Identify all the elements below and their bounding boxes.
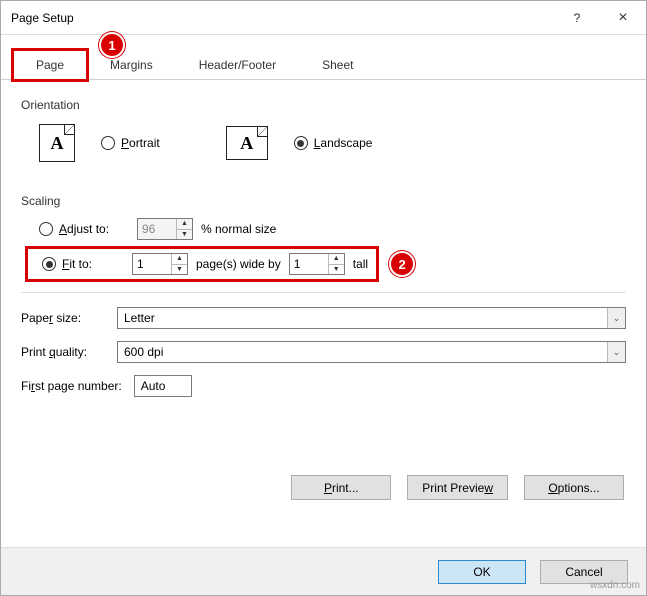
orientation-label: Orientation [21,98,626,112]
first-page-input[interactable]: Auto [134,375,192,397]
chevron-down-icon[interactable]: ▼ [177,230,192,240]
window-title: Page Setup [11,11,554,25]
tab-margins[interactable]: Margins [87,50,176,80]
spinner-arrows: ▲ ▼ [171,254,187,274]
watermark: wsxdn.com [590,580,640,591]
fit-suffix-label: tall [353,257,368,271]
radio-circle-icon [294,136,308,150]
dialog-footer: OK Cancel [1,547,646,595]
spinner-arrows: ▲ ▼ [176,219,192,239]
scaling-adjust-row: Adjust to: ▲ ▼ % normal size [21,216,626,246]
chevron-up-icon[interactable]: ▲ [177,219,192,230]
callout-2: 2 [389,251,415,277]
paper-size-row: Paper size: Letter ⌄ [21,307,626,329]
radio-adjust-label: Adjust to: [59,222,109,236]
fit-wide-input[interactable] [133,254,171,274]
tab-strip: Page Margins Header/Footer Sheet [1,35,646,80]
adjust-spinner[interactable]: ▲ ▼ [137,218,193,240]
chevron-down-icon[interactable]: ⌄ [607,308,625,328]
tab-header-footer[interactable]: Header/Footer [176,50,299,80]
print-quality-label: Print quality: [21,345,109,359]
titlebar: Page Setup ? × [1,1,646,35]
spinner-arrows: ▲ ▼ [328,254,344,274]
radio-circle-icon [39,222,53,236]
scaling-label: Scaling [21,194,626,208]
adjust-input[interactable] [138,219,176,239]
radio-fit-label: Fit to: [62,257,92,271]
paper-size-select[interactable]: Letter ⌄ [117,307,626,329]
adjust-suffix: % normal size [201,222,276,236]
paper-size-value: Letter [124,311,607,325]
radio-circle-icon [101,136,115,150]
radio-portrait[interactable]: Portrait [101,136,160,150]
tab-page[interactable]: Page [13,50,87,80]
scaling-fit-row: Fit to: ▲ ▼ page(s) wide by ▲ ▼ [25,246,379,282]
fit-tall-input[interactable] [290,254,328,274]
radio-landscape-label: Landscape [314,136,373,150]
divider [21,292,626,293]
fold-icon [257,127,267,137]
close-button[interactable]: × [600,3,646,33]
radio-landscape[interactable]: Landscape [294,136,373,150]
close-icon: × [618,9,627,27]
help-icon: ? [574,11,581,25]
print-quality-select[interactable]: 600 dpi ⌄ [117,341,626,363]
print-preview-button[interactable]: Print Preview [407,475,508,500]
fold-icon [64,125,74,135]
chevron-down-icon[interactable]: ▼ [172,265,187,275]
chevron-up-icon[interactable]: ▲ [172,254,187,265]
landscape-page-icon: A [226,126,268,160]
ok-button[interactable]: OK [438,560,526,584]
radio-circle-icon [42,257,56,271]
first-page-label: First page number: [21,379,122,393]
options-button[interactable]: Options... [524,475,624,500]
radio-portrait-label: Portrait [121,136,160,150]
action-buttons: Print... Print Preview Options... [21,475,626,500]
print-button[interactable]: Print... [291,475,391,500]
portrait-page-icon: A [39,124,75,162]
radio-adjust-to[interactable]: Adjust to: [39,222,129,236]
callout-1: 1 [99,32,125,58]
page-setup-dialog: Page Setup ? × Page Margins Header/Foote… [0,0,647,596]
print-quality-value: 600 dpi [124,345,607,359]
print-quality-row: Print quality: 600 dpi ⌄ [21,341,626,363]
chevron-down-icon[interactable]: ⌄ [607,342,625,362]
fit-mid-label: page(s) wide by [196,257,281,271]
chevron-down-icon[interactable]: ▼ [329,265,344,275]
first-page-row: First page number: Auto [21,375,626,397]
tab-sheet[interactable]: Sheet [299,50,376,80]
paper-size-label: Paper size: [21,311,109,325]
chevron-up-icon[interactable]: ▲ [329,254,344,265]
radio-fit-to[interactable]: Fit to: [42,257,124,271]
orientation-group: A Portrait A Landscape [21,120,626,176]
first-page-value: Auto [141,379,166,393]
fit-tall-spinner[interactable]: ▲ ▼ [289,253,345,275]
help-button[interactable]: ? [554,3,600,33]
fit-wide-spinner[interactable]: ▲ ▼ [132,253,188,275]
tab-body: Orientation A Portrait A Landscape Scali… [1,80,646,512]
